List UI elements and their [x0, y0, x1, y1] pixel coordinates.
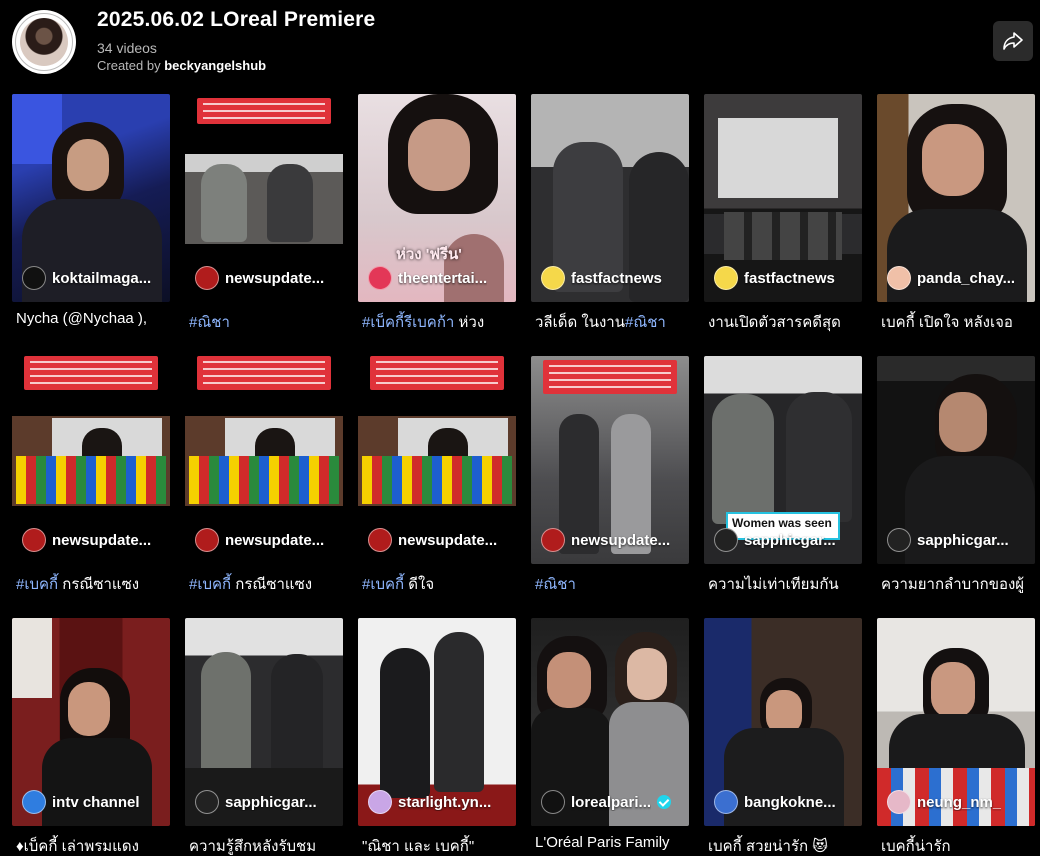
author-name: newsupdate...: [225, 531, 325, 549]
video-author[interactable]: fastfactnews: [714, 266, 858, 290]
video-author[interactable]: newsupdate...: [195, 528, 339, 552]
author-name: intv channel: [52, 793, 140, 811]
author-name: newsupdate...: [52, 531, 152, 549]
author-name: starlight.yn...: [398, 793, 492, 811]
author-avatar: [887, 790, 911, 814]
video-author[interactable]: theentertai...: [368, 266, 512, 290]
video-author[interactable]: sapphicgar...: [887, 528, 1031, 552]
author-name: sapphicgar...: [225, 793, 317, 811]
author-avatar: [368, 528, 392, 552]
author-avatar: [714, 790, 738, 814]
author-name: koktailmaga...: [52, 269, 152, 287]
share-arrow-icon: [1003, 32, 1023, 50]
video-caption[interactable]: #เบคกี้ กรณีซาแซง: [16, 572, 170, 594]
video-caption[interactable]: "ณิชา และ เบคกี้": [362, 834, 516, 856]
author-avatar: [368, 266, 392, 290]
video-caption[interactable]: ความไม่เท่าเทียมกัน: [708, 572, 862, 594]
video-author[interactable]: panda_chay...: [887, 266, 1031, 290]
video-author[interactable]: bangkokne...: [714, 790, 858, 814]
author-avatar: [887, 528, 911, 552]
video-caption[interactable]: ความรู้สึกหลังรับชม: [189, 834, 343, 856]
created-by-label: Created by: [97, 58, 161, 73]
video-author[interactable]: intv channel: [22, 790, 166, 814]
author-name: newsupdate...: [225, 269, 325, 287]
author-avatar: [195, 790, 219, 814]
video-caption[interactable]: เบคกี้น่ารัก: [881, 834, 1035, 856]
author-avatar: [541, 528, 565, 552]
author-avatar: [714, 528, 738, 552]
video-caption[interactable]: #ณิชา: [189, 310, 343, 332]
author-avatar: [22, 528, 46, 552]
author-name: neung_nm_: [917, 793, 1002, 811]
video-author[interactable]: newsupdate...: [368, 528, 512, 552]
share-button[interactable]: [993, 21, 1033, 61]
author-avatar: [195, 266, 219, 290]
verified-badge-icon: [657, 795, 672, 809]
author-name: sapphicgar...: [917, 531, 1009, 549]
video-caption[interactable]: L'Oréal Paris Family: [535, 834, 689, 856]
video-author[interactable]: lorealpari...: [541, 790, 685, 814]
video-author[interactable]: newsupdate...: [22, 528, 166, 552]
author-name: newsupdate...: [571, 531, 671, 549]
video-author[interactable]: sapphicgar...: [195, 790, 339, 814]
creator-link[interactable]: beckyangelshub: [164, 58, 266, 73]
author-avatar: [195, 528, 219, 552]
author-avatar: [887, 266, 911, 290]
author-avatar: [368, 790, 392, 814]
author-avatar: [714, 266, 738, 290]
video-caption[interactable]: วลีเด็ด ในงาน#ณิชา: [535, 310, 689, 332]
author-name: bangkokne...: [744, 793, 836, 811]
author-name: newsupdate...: [398, 531, 498, 549]
video-author[interactable]: starlight.yn...: [368, 790, 512, 814]
author-name: lorealpari...: [571, 793, 652, 811]
video-author[interactable]: newsupdate...: [195, 266, 339, 290]
playlist-title: 2025.06.02 LOreal Premiere: [97, 8, 376, 31]
video-author[interactable]: neung_nm_: [887, 790, 1031, 814]
video-count: 34 videos: [97, 40, 157, 56]
author-name: sapphicgar...: [744, 531, 836, 549]
video-caption[interactable]: ♦เบ็คกี้ เล่าพรมแดง: [16, 834, 170, 856]
author-name: fastfactnews: [744, 269, 835, 287]
video-caption[interactable]: เบคกี้ เปิดใจ หลังเจอ: [881, 310, 1035, 332]
video-caption[interactable]: #ณิชา: [535, 572, 689, 594]
video-author[interactable]: koktailmaga...: [22, 266, 166, 290]
creator-avatar[interactable]: [12, 10, 76, 74]
video-author[interactable]: fastfactnews: [541, 266, 685, 290]
video-caption[interactable]: Nycha (@Nychaa ),: [16, 310, 170, 332]
video-caption[interactable]: เบคกี้ สวยน่ารัก 😻: [708, 834, 862, 856]
video-caption[interactable]: ความยากลำบากของผู้: [881, 572, 1035, 594]
author-avatar: [22, 790, 46, 814]
video-caption[interactable]: #เบคกี้ กรณีซาแซง: [189, 572, 343, 594]
video-caption[interactable]: #เบคกี้ ดีใจ: [362, 572, 516, 594]
author-name: theentertai...: [398, 269, 488, 287]
video-author[interactable]: newsupdate...: [541, 528, 685, 552]
video-caption[interactable]: งานเปิดตัวสารคดีสุด: [708, 310, 862, 332]
author-avatar: [541, 790, 565, 814]
author-name: fastfactnews: [571, 269, 662, 287]
author-avatar: [22, 266, 46, 290]
author-name: panda_chay...: [917, 269, 1016, 287]
author-avatar: [541, 266, 565, 290]
video-caption[interactable]: #เบ็คกี้รีเบคก้า ห่วง: [362, 310, 516, 332]
created-by: Created by beckyangelshub: [97, 58, 266, 73]
playlist-header: 2025.06.02 LOreal Premiere 34 videos Cre…: [0, 0, 1040, 90]
video-author[interactable]: sapphicgar...: [714, 528, 858, 552]
video-overlay-text: ห่วง 'ฟรีน': [396, 246, 462, 263]
